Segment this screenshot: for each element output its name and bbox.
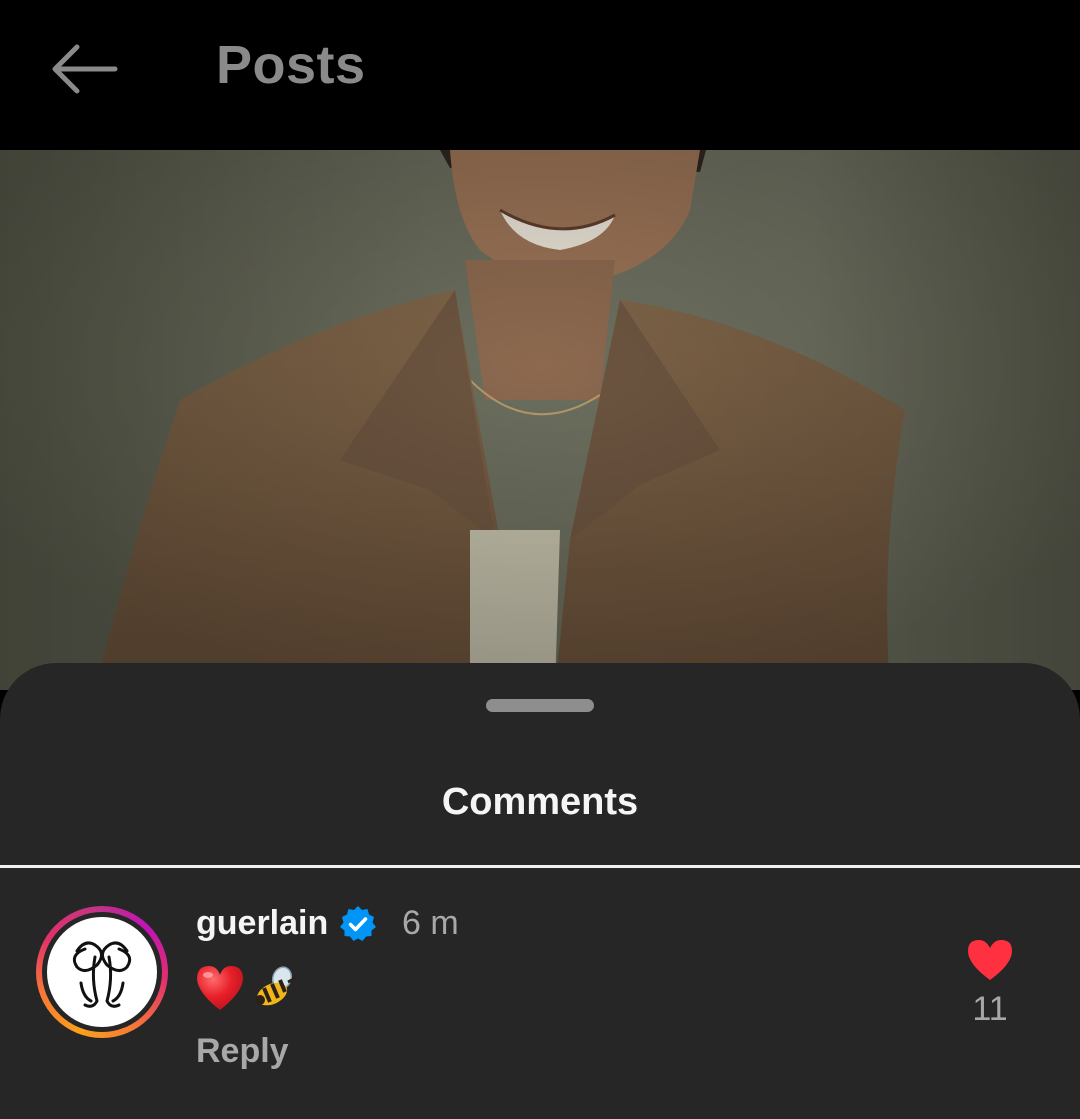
back-button[interactable] (44, 36, 124, 102)
post-image (0, 150, 1080, 690)
red-heart-emoji-icon (197, 966, 243, 1010)
comments-title: Comments (441, 781, 639, 823)
page-title: Posts (216, 35, 366, 95)
guerlain-logo-avatar (47, 917, 157, 1027)
divider (0, 865, 1080, 868)
comment-timestamp: 6 m (402, 904, 459, 942)
comments-sheet: Comments guerlain 6 m Reply 11 (0, 663, 1080, 1119)
post-video[interactable] (0, 150, 1080, 690)
like-count: 11 (972, 990, 1008, 1028)
comment-text (194, 960, 300, 1016)
arrow-left-icon (52, 44, 118, 94)
reply-button[interactable]: Reply (196, 1032, 289, 1071)
comment-item: guerlain 6 m Reply 11 (0, 870, 1080, 1119)
guerlain-monogram-icon (72, 941, 132, 1008)
avatar[interactable] (36, 906, 168, 1038)
sheet-drag-handle[interactable] (486, 699, 594, 712)
bee-emoji-icon (255, 966, 297, 1006)
like-button[interactable] (962, 932, 1018, 988)
top-app-bar: Posts (0, 0, 1080, 150)
verified-badge-icon (340, 906, 376, 941)
heart-filled-icon (968, 940, 1012, 980)
comment-username[interactable]: guerlain (196, 904, 328, 943)
